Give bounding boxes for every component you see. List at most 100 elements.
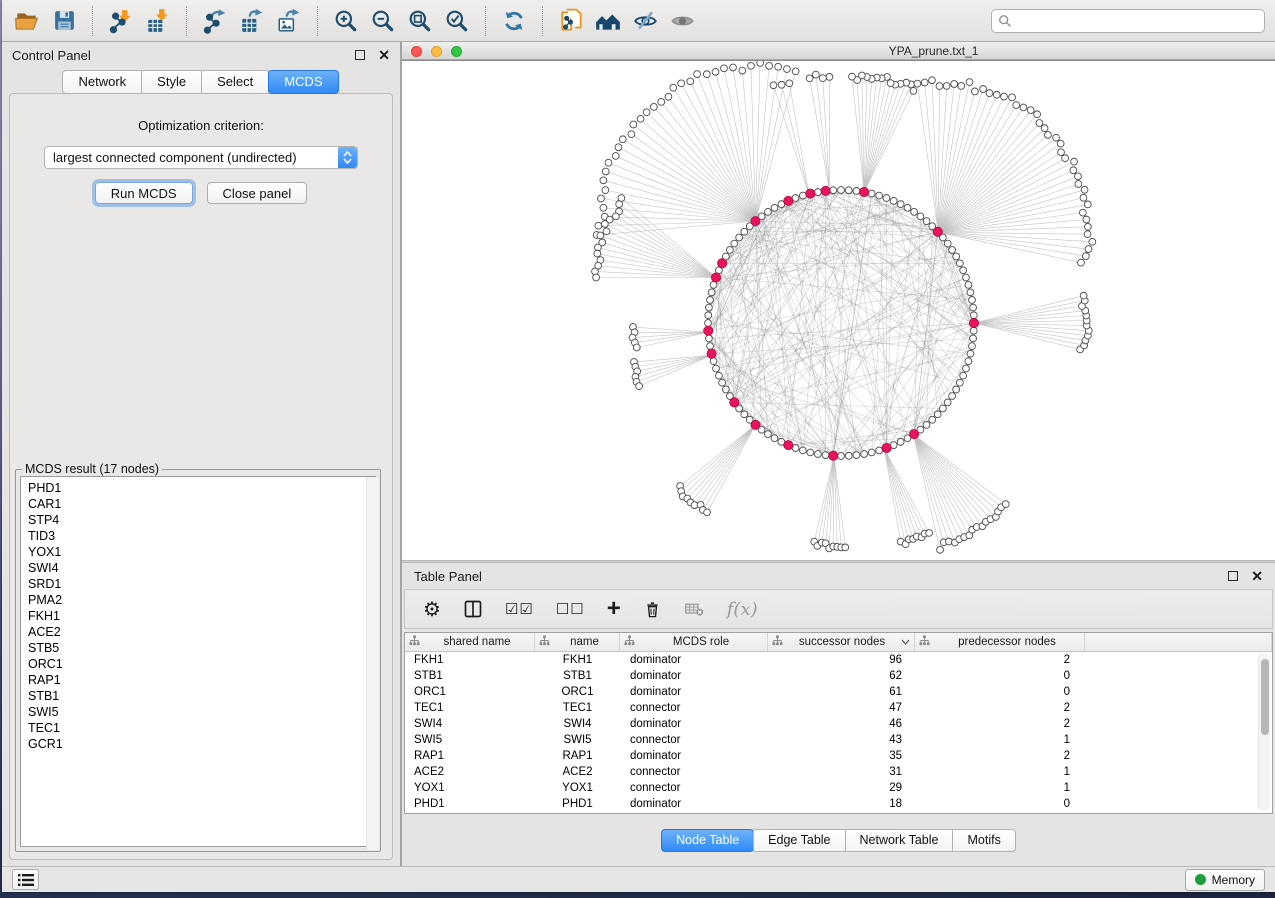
mcds-result-item[interactable]: SWI4 xyxy=(21,560,375,576)
mcds-result-item[interactable]: GCR1 xyxy=(21,736,375,752)
zoom-out-icon[interactable] xyxy=(368,6,398,36)
table-cell[interactable]: YOX1 xyxy=(405,780,535,796)
table-cell[interactable]: 0 xyxy=(915,684,1085,700)
mcds-result-item[interactable]: ACE2 xyxy=(21,624,375,640)
network-graph[interactable] xyxy=(402,61,1273,560)
float-panel-icon[interactable] xyxy=(355,50,365,60)
table-cell[interactable]: YOX1 xyxy=(535,780,620,796)
tab-node-table[interactable]: Node Table xyxy=(661,829,754,852)
mcds-result-item[interactable]: CAR1 xyxy=(21,496,375,512)
mcds-result-item[interactable]: RAP1 xyxy=(21,672,375,688)
table-cell[interactable]: 1 xyxy=(915,764,1085,780)
table-row[interactable]: ORC1ORC1dominator610 xyxy=(405,684,1272,700)
table-cell[interactable]: SWI5 xyxy=(405,732,535,748)
mcds-result-item[interactable]: FKH1 xyxy=(21,608,375,624)
table-cell[interactable]: connector xyxy=(620,764,768,780)
table-cell[interactable]: 2 xyxy=(915,652,1085,668)
column-header-shared-name[interactable]: shared name xyxy=(405,633,535,651)
close-panel-icon[interactable]: ✕ xyxy=(378,50,390,60)
tab-edge-table[interactable]: Edge Table xyxy=(753,829,845,852)
table-cell[interactable]: SWI4 xyxy=(535,716,620,732)
function-builder-icon[interactable]: f(x) xyxy=(727,599,758,620)
tab-motifs[interactable]: Motifs xyxy=(952,829,1015,852)
mcds-result-item[interactable]: STP4 xyxy=(21,512,375,528)
table-row[interactable]: YOX1YOX1connector291 xyxy=(405,780,1272,796)
table-cell[interactable]: 1 xyxy=(915,732,1085,748)
table-cell[interactable]: SWI5 xyxy=(535,732,620,748)
table-cell[interactable]: 29 xyxy=(768,780,915,796)
table-cell[interactable]: ORC1 xyxy=(535,684,620,700)
table-cell[interactable]: TEC1 xyxy=(535,700,620,716)
tab-network-table[interactable]: Network Table xyxy=(845,829,954,852)
table-cell[interactable]: 2 xyxy=(915,716,1085,732)
table-cell[interactable]: ACE2 xyxy=(535,764,620,780)
export-image-icon[interactable] xyxy=(274,6,304,36)
tab-network[interactable]: Network xyxy=(62,70,142,94)
table-cell[interactable]: dominator xyxy=(620,652,768,668)
select-all-icon[interactable]: ☑☑ xyxy=(505,600,534,618)
table-settings-icon[interactable]: ⚙ xyxy=(423,597,441,622)
table-cell[interactable]: STB1 xyxy=(535,668,620,684)
table-cell[interactable]: PHD1 xyxy=(405,796,535,812)
table-cell[interactable]: dominator xyxy=(620,748,768,764)
mcds-result-item[interactable]: PMA2 xyxy=(21,592,375,608)
table-cell[interactable]: 31 xyxy=(768,764,915,780)
save-session-icon[interactable] xyxy=(49,6,79,36)
table-cell[interactable]: RAP1 xyxy=(535,748,620,764)
table-cell[interactable]: 2 xyxy=(915,748,1085,764)
new-network-from-selection-icon[interactable] xyxy=(556,6,586,36)
split-panel-icon[interactable] xyxy=(463,599,483,619)
table-cell[interactable]: STB1 xyxy=(405,668,535,684)
open-folder-icon[interactable] xyxy=(12,6,42,36)
table-cell[interactable]: connector xyxy=(620,700,768,716)
table-cell[interactable]: 47 xyxy=(768,700,915,716)
mcds-result-item[interactable]: ORC1 xyxy=(21,656,375,672)
show-panel-list-button[interactable] xyxy=(12,869,39,890)
column-header-mcds-role[interactable]: MCDS role xyxy=(620,633,768,651)
search-box[interactable] xyxy=(991,9,1265,33)
tab-select[interactable]: Select xyxy=(201,70,269,94)
mcds-result-item[interactable]: SRD1 xyxy=(21,576,375,592)
table-scrollbar[interactable] xyxy=(1258,653,1270,811)
mcds-result-item[interactable]: STB1 xyxy=(21,688,375,704)
table-cell[interactable]: SWI4 xyxy=(405,716,535,732)
tab-mcds[interactable]: MCDS xyxy=(268,70,338,94)
eye-icon[interactable] xyxy=(667,6,697,36)
table-row[interactable]: STB1STB1dominator620 xyxy=(405,668,1272,684)
table-cell[interactable]: FKH1 xyxy=(405,652,535,668)
table-cell[interactable]: 1 xyxy=(915,780,1085,796)
delete-table-icon[interactable] xyxy=(684,599,705,620)
add-column-icon[interactable]: + xyxy=(607,600,621,618)
network-canvas[interactable] xyxy=(402,60,1275,560)
eye-slash-icon[interactable] xyxy=(630,6,660,36)
houses-icon[interactable] xyxy=(593,6,623,36)
table-cell[interactable]: ACE2 xyxy=(405,764,535,780)
column-header-predecessor-nodes[interactable]: predecessor nodes xyxy=(915,633,1085,651)
tab-style[interactable]: Style xyxy=(141,70,202,94)
table-row[interactable]: SWI4SWI4dominator462 xyxy=(405,716,1272,732)
table-cell[interactable]: 61 xyxy=(768,684,915,700)
table-cell[interactable]: PHD1 xyxy=(535,796,620,812)
import-network-icon[interactable] xyxy=(106,6,136,36)
mcds-result-item[interactable]: TEC1 xyxy=(21,720,375,736)
table-scrollbar-thumb[interactable] xyxy=(1261,659,1269,735)
zoom-in-icon[interactable] xyxy=(331,6,361,36)
table-cell[interactable]: 0 xyxy=(915,796,1085,812)
table-cell[interactable]: FKH1 xyxy=(535,652,620,668)
memory-button[interactable]: Memory xyxy=(1185,869,1265,891)
table-cell[interactable]: dominator xyxy=(620,668,768,684)
table-cell[interactable]: 35 xyxy=(768,748,915,764)
mcds-result-item[interactable]: PHD1 xyxy=(21,480,375,496)
table-cell[interactable]: connector xyxy=(620,732,768,748)
export-table-icon[interactable] xyxy=(237,6,267,36)
mcds-result-item[interactable]: SWI5 xyxy=(21,704,375,720)
table-cell[interactable]: 2 xyxy=(915,700,1085,716)
table-cell[interactable]: dominator xyxy=(620,684,768,700)
deselect-all-icon[interactable]: ☐☐ xyxy=(556,600,585,618)
table-row[interactable]: PHD1PHD1dominator180 xyxy=(405,796,1272,812)
float-table-panel-icon[interactable] xyxy=(1228,571,1238,581)
table-cell[interactable]: RAP1 xyxy=(405,748,535,764)
table-row[interactable]: RAP1RAP1dominator352 xyxy=(405,748,1272,764)
mcds-list-scrollbar[interactable] xyxy=(366,477,379,850)
table-cell[interactable]: 96 xyxy=(768,652,915,668)
